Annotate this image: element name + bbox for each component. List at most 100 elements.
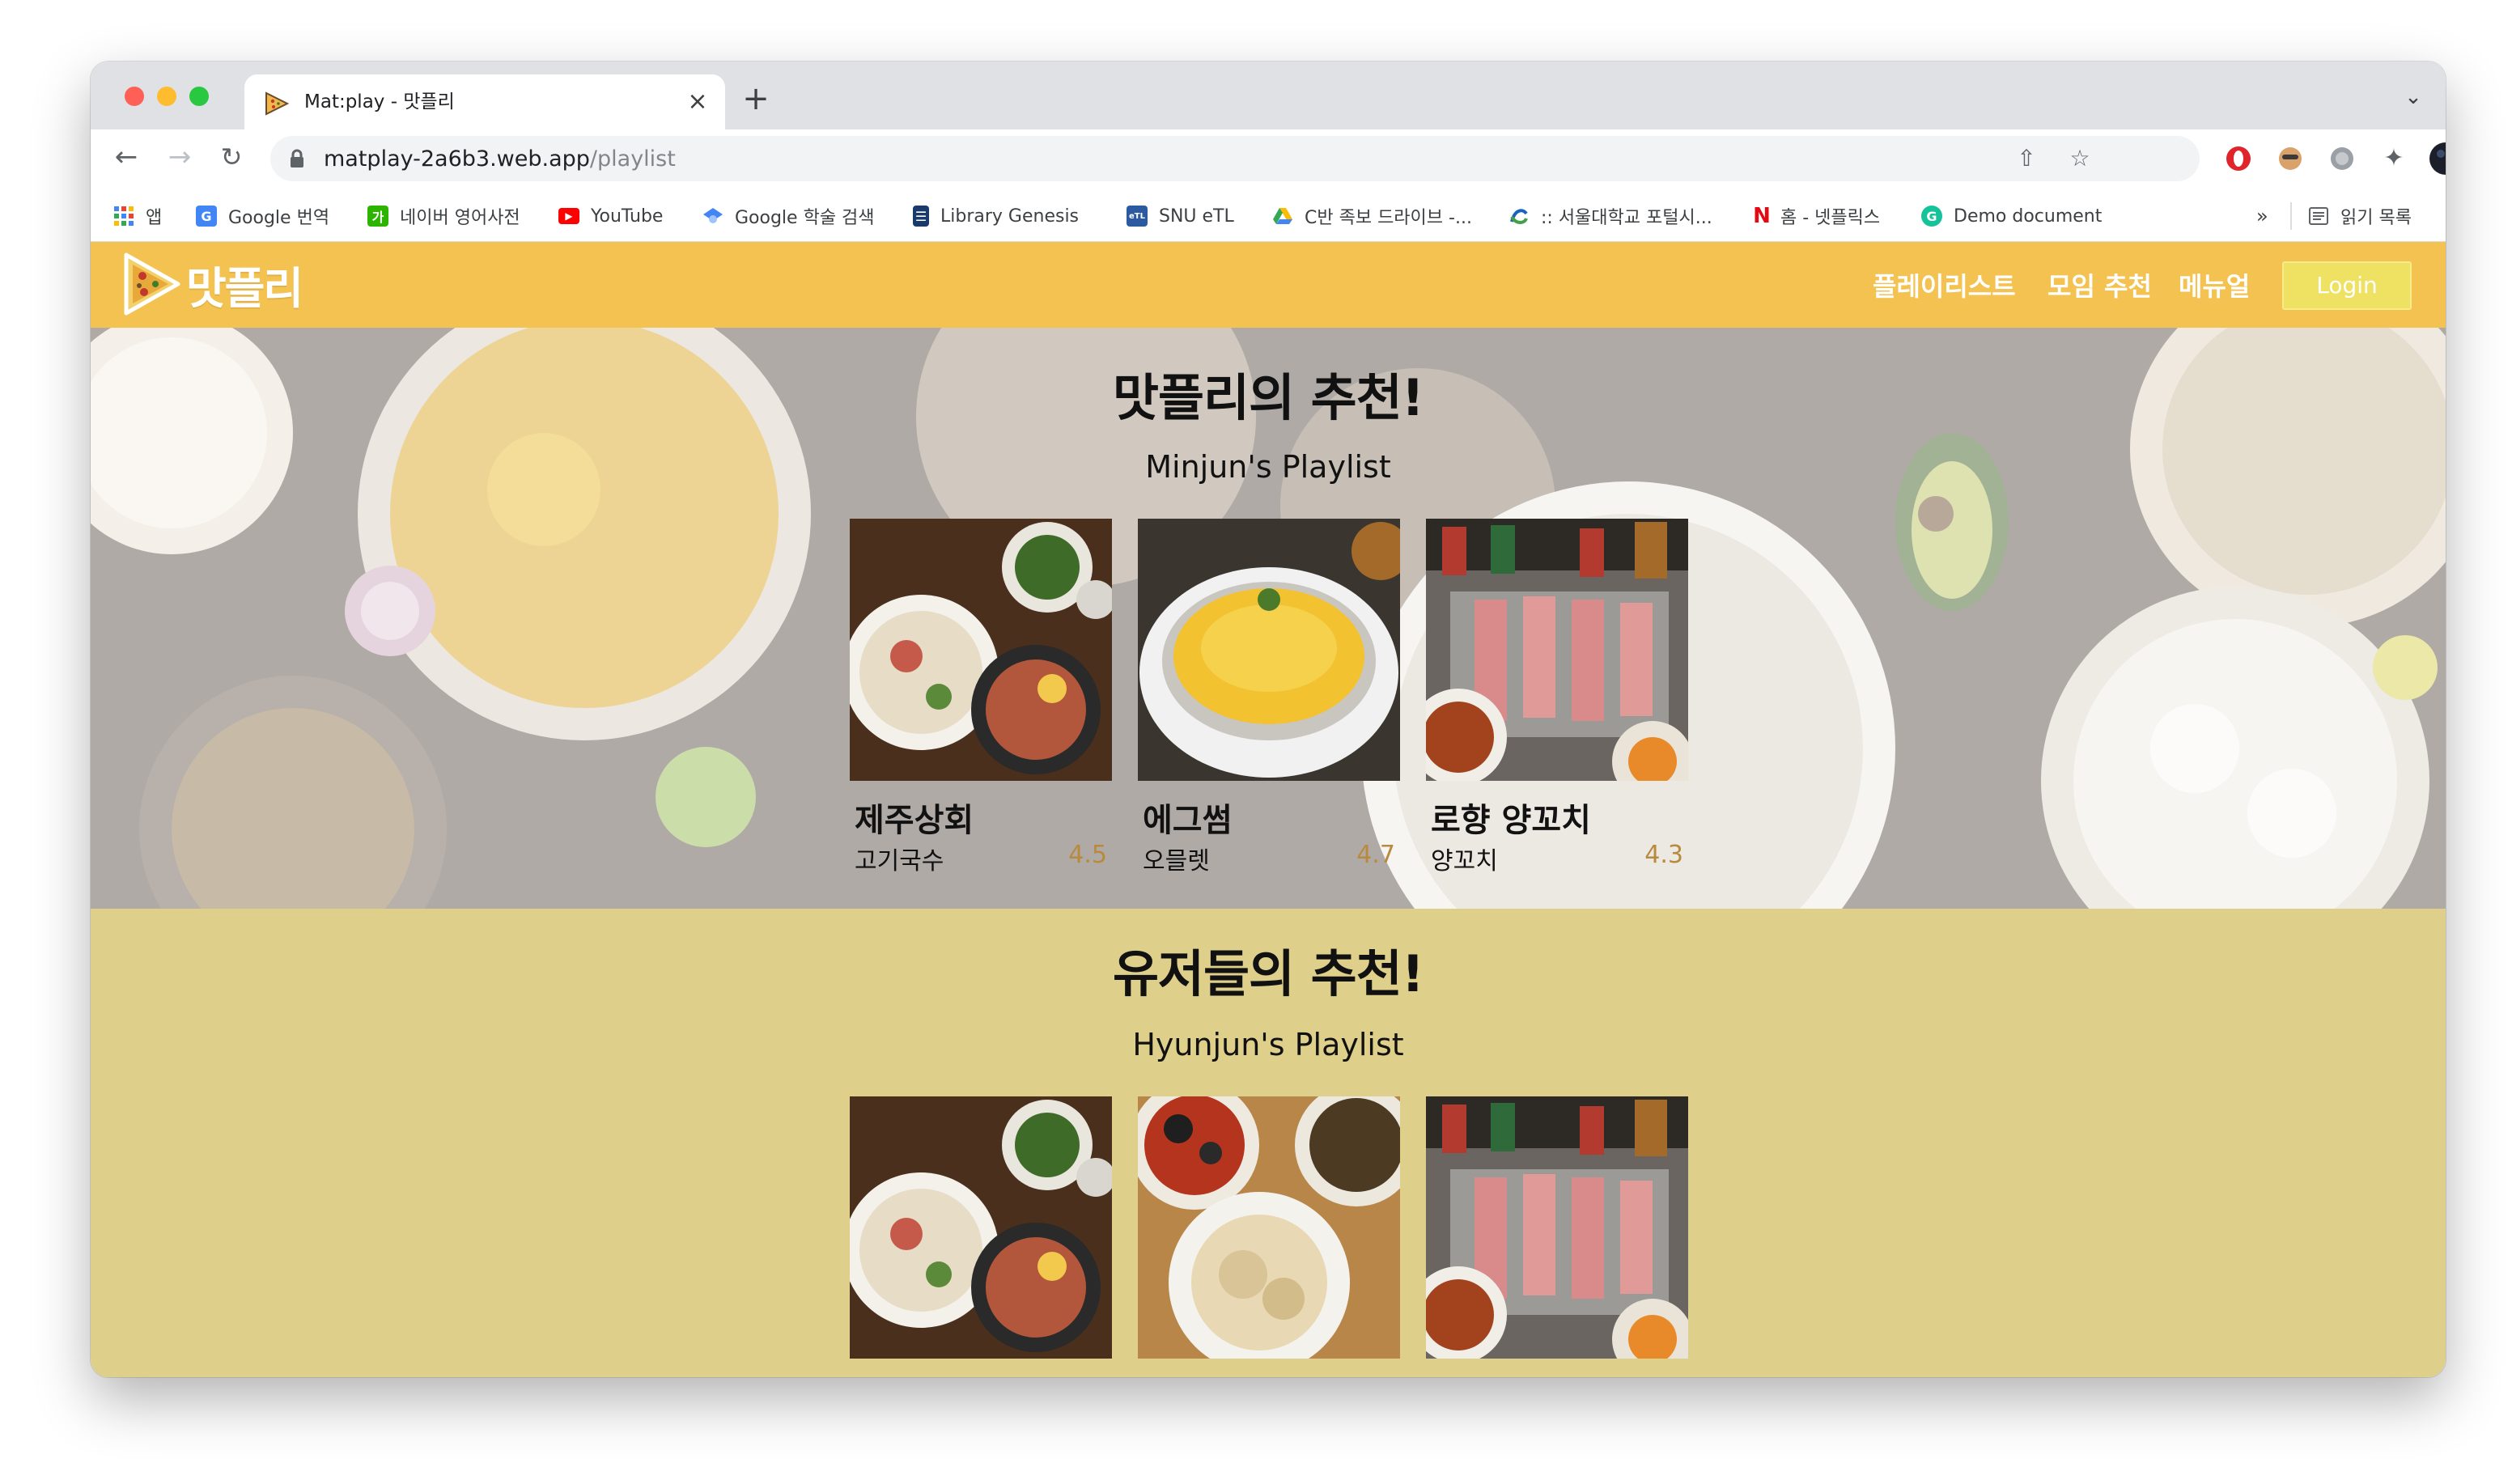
bookmark-label: 네이버 영어사전 xyxy=(400,208,520,228)
bookmark-label: Google 학술 검색 xyxy=(735,208,875,228)
restaurant-category: 고기국수 xyxy=(855,847,944,876)
bookmarks-overflow-chevron-icon[interactable]: » xyxy=(2256,201,2268,231)
snu-portal-icon xyxy=(1508,206,1530,227)
restaurant-card[interactable]: 로향 양꼬치 양꼬치 4.3 xyxy=(1426,519,1688,899)
restaurant-category: 양꼬치 xyxy=(1431,847,1498,876)
url-host: matplay-2a6b3.web.app xyxy=(324,146,590,172)
grammarly-icon: G xyxy=(1921,206,1942,227)
minimize-window-button[interactable] xyxy=(157,87,176,106)
reading-list-icon xyxy=(2308,206,2329,227)
page-viewport: 맛플리 플레이리스트 모임 추천 메뉴얼 Login 맛플리의 추천! Minj… xyxy=(91,242,2446,1377)
bookmark-label: 앱 xyxy=(146,208,163,228)
restaurant-card[interactable]: 에그썸 오믈렛 4.7 xyxy=(1138,519,1400,899)
url-path: /playlist xyxy=(589,146,676,172)
tab-matplay[interactable]: Mat:play - 맛플리 × xyxy=(244,74,725,129)
restaurant-name: 에그썸 xyxy=(1143,802,1233,839)
face-extension-icon[interactable] xyxy=(2272,141,2308,176)
bookmark-label: Demo document xyxy=(1954,206,2103,227)
noodle-soup-photo xyxy=(850,1096,1112,1359)
youtube-icon: ▶ xyxy=(558,208,579,224)
maximize-window-button[interactable] xyxy=(189,87,209,106)
login-button[interactable]: Login xyxy=(2282,261,2412,310)
site-header: 맛플리 플레이리스트 모임 추천 메뉴얼 Login xyxy=(91,242,2446,328)
matplay-favicon-icon xyxy=(265,91,290,116)
bookmark-label: Google 번역 xyxy=(228,208,330,228)
forward-arrow-icon[interactable]: → xyxy=(162,139,197,175)
tab-title: Mat:play - 맛플리 xyxy=(304,91,455,112)
bookmark-netflix[interactable]: N 홈 - 넷플릭스 xyxy=(1753,201,1881,231)
users-section-title: 유저들의 추천! xyxy=(1112,944,1424,1003)
pizza-play-logo-icon xyxy=(124,252,180,316)
browser-toolbar: ← → ↻ matplay-2a6b3.web.app/playlist ⇧ ☆… xyxy=(91,129,2446,191)
bookmark-label: SNU eTL xyxy=(1159,206,1234,227)
bookmark-google-scholar[interactable]: Google 학술 검색 xyxy=(702,201,875,231)
site-logo-text: 맛플리 xyxy=(186,262,303,314)
featured-section-title: 맛플리의 추천! xyxy=(1112,368,1424,427)
restaurant-category: 오믈렛 xyxy=(1143,847,1210,876)
lamb-skewers-photo xyxy=(1426,1096,1688,1359)
featured-playlist-name: Minjun's Playlist xyxy=(1145,449,1391,485)
restaurant-card[interactable] xyxy=(1426,1096,1688,1359)
browser-window: Mat:play - 맛플리 × + ⌄ ← → ↻ matplay-2a6b3… xyxy=(91,61,2446,1377)
restaurant-rating: 4.7 xyxy=(1356,841,1395,869)
google-translate-icon: G xyxy=(196,206,217,227)
featured-playlist-section: 맛플리의 추천! Minjun's Playlist 제주상회 고기국수 4.5… xyxy=(91,328,2446,909)
bookmark-snu-etl[interactable]: eTL SNU eTL xyxy=(1127,201,1234,231)
bookmark-label: C반 족보 드라이브 -... xyxy=(1305,208,1472,228)
bookmark-star-icon[interactable]: ☆ xyxy=(2064,142,2096,175)
restaurant-name: 제주상회 xyxy=(855,802,974,839)
bookmark-label: Library Genesis xyxy=(940,206,1080,227)
lock-icon xyxy=(291,149,303,167)
reading-list-label: 읽기 목록 xyxy=(2340,208,2412,228)
user-playlists-section: 유저들의 추천! Hyunjun's Playlist xyxy=(91,909,2446,1377)
extensions-puzzle-icon[interactable]: ✦ xyxy=(2376,141,2412,176)
tab-search-chevron-icon[interactable]: ⌄ xyxy=(2397,81,2429,113)
lamb-skewers-photo xyxy=(1426,519,1688,781)
profile-avatar[interactable] xyxy=(2428,141,2446,176)
nav-group-recommend-link[interactable]: 모임 추천 xyxy=(2047,266,2152,303)
bookmarks-divider xyxy=(2290,202,2292,230)
bookmark-label: :: 서울대학교 포털시... xyxy=(1541,208,1712,228)
restaurant-rating: 4.3 xyxy=(1644,841,1683,869)
noodle-soup-photo xyxy=(850,519,1112,781)
bookmark-naver-dictionary[interactable]: 가 네이버 영어사전 xyxy=(367,201,520,231)
google-scholar-icon xyxy=(702,206,723,227)
bookmarks-bar: 앱 G Google 번역 가 네이버 영어사전 ▶ YouTube Googl… xyxy=(91,191,2446,242)
chinese-dishes-photo xyxy=(1138,1096,1400,1359)
google-drive-icon xyxy=(1272,206,1293,227)
bookmark-apps[interactable]: 앱 xyxy=(113,201,162,231)
new-tab-button[interactable]: + xyxy=(738,81,774,117)
close-tab-icon[interactable]: × xyxy=(681,86,714,118)
reload-icon[interactable]: ↻ xyxy=(214,139,249,175)
close-window-button[interactable] xyxy=(125,87,144,106)
nav-manual-link[interactable]: 메뉴얼 xyxy=(2179,266,2250,303)
back-arrow-icon[interactable]: ← xyxy=(108,139,144,175)
library-genesis-icon: ☰ xyxy=(913,206,929,227)
apps-grid-icon xyxy=(113,206,134,227)
netflix-icon: N xyxy=(1753,204,1771,228)
restaurant-card[interactable]: 제주상회 고기국수 4.5 xyxy=(850,519,1112,899)
opera-extension-icon[interactable] xyxy=(2221,141,2256,176)
tab-strip: Mat:play - 맛플리 × + ⌄ xyxy=(91,61,2446,129)
site-logo[interactable]: 맛플리 xyxy=(121,252,303,316)
restaurant-card[interactable] xyxy=(1138,1096,1400,1359)
restaurant-name: 로향 양꼬치 xyxy=(1431,802,1591,839)
bookmark-label: 홈 - 넷플릭스 xyxy=(1780,208,1881,228)
share-icon[interactable]: ⇧ xyxy=(2010,142,2043,175)
bookmark-demo-document[interactable]: G Demo document xyxy=(1921,201,2102,231)
address-bar[interactable]: matplay-2a6b3.web.app/playlist ⇧ ☆ xyxy=(270,136,2200,181)
bookmark-label: YouTube xyxy=(591,206,664,227)
bookmark-library-genesis[interactable]: ☰ Library Genesis xyxy=(913,201,1079,231)
url-text: matplay-2a6b3.web.app/playlist xyxy=(324,147,676,172)
nav-playlist-link[interactable]: 플레이리스트 xyxy=(1873,266,2016,303)
bookmark-snu-portal[interactable]: :: 서울대학교 포털시... xyxy=(1508,201,1712,231)
bookmark-youtube[interactable]: ▶ YouTube xyxy=(558,201,663,231)
user-playlist-name: Hyunjun's Playlist xyxy=(1132,1027,1404,1062)
bookmark-google-translate[interactable]: G Google 번역 xyxy=(196,201,329,231)
reading-list-button[interactable]: 읽기 목록 xyxy=(2308,201,2412,231)
circle-extension-icon[interactable] xyxy=(2324,141,2360,176)
bookmark-google-drive[interactable]: C반 족보 드라이브 -... xyxy=(1272,201,1472,231)
snu-etl-icon: eTL xyxy=(1127,206,1148,227)
omelette-photo xyxy=(1138,519,1400,781)
restaurant-card[interactable] xyxy=(850,1096,1112,1359)
